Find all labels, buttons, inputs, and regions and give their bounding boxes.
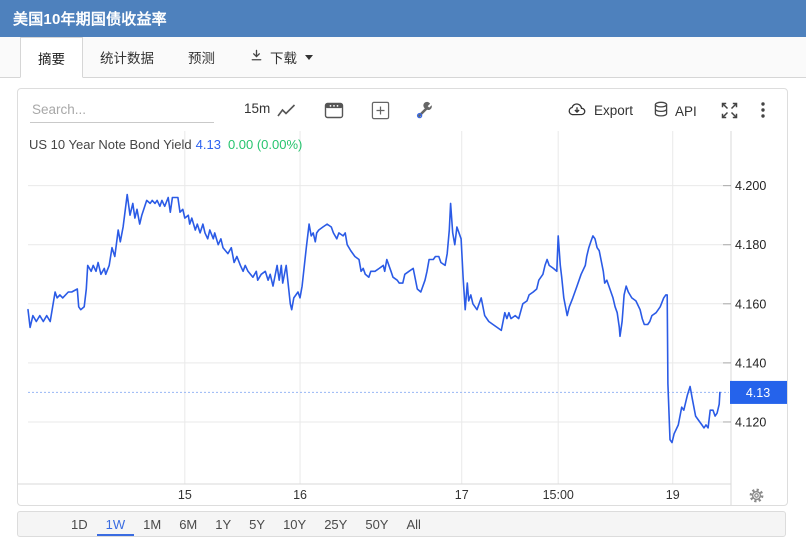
range-all[interactable]: All — [397, 512, 429, 536]
page-header: 美国10年期国债收益率 — [0, 0, 806, 37]
range-1m[interactable]: 1M — [134, 512, 170, 536]
interval-selector[interactable]: 15m — [244, 101, 270, 116]
range-6m[interactable]: 6M — [170, 512, 206, 536]
y-tick-label: 4.200 — [735, 179, 766, 193]
calendar-icon — [324, 101, 344, 122]
x-tick-label: 15 — [178, 488, 192, 502]
chart-type-button[interactable] — [277, 103, 296, 121]
cloud-download-icon — [567, 101, 588, 120]
x-tick-label: 16 — [293, 488, 307, 502]
range-25y[interactable]: 25Y — [315, 512, 356, 536]
range-1d[interactable]: 1D — [62, 512, 97, 536]
y-tick-label: 4.140 — [735, 356, 766, 370]
plus-square-icon — [371, 101, 390, 123]
x-tick-label: 19 — [666, 488, 680, 502]
current-value: 4.13 — [196, 137, 221, 152]
y-tick-label: 4.160 — [735, 297, 766, 311]
tab-forecast[interactable]: 预测 — [171, 37, 232, 77]
gear-icon — [748, 487, 765, 509]
yield-line-series — [28, 195, 720, 443]
chevron-down-icon — [305, 55, 313, 60]
range-1w[interactable]: 1W — [97, 512, 135, 536]
x-tick-label: 15:00 — [543, 488, 574, 502]
more-menu-button[interactable] — [760, 101, 766, 122]
expand-icon — [720, 101, 739, 123]
tab-bar: 摘要 统计数据 预测 下载 — [0, 37, 806, 78]
x-tick-label: 17 — [455, 488, 469, 502]
compare-add-button[interactable] — [371, 101, 390, 123]
settings-tools-button[interactable] — [415, 101, 433, 122]
series-name: US 10 Year Note Bond Yield — [29, 137, 192, 152]
tab-download[interactable]: 下载 — [232, 37, 330, 77]
range-1y[interactable]: 1Y — [206, 512, 240, 536]
page-title: 美国10年期国债收益率 — [13, 8, 167, 29]
tab-statistics[interactable]: 统计数据 — [83, 37, 171, 77]
chart-card: 4.200 4.180 4.160 4.140 4.120 15 16 17 15:00 19 4.… — [17, 88, 788, 506]
search-box — [30, 96, 214, 123]
range-50y[interactable]: 50Y — [356, 512, 397, 536]
y-tick-label: 4.180 — [735, 238, 766, 252]
export-button[interactable]: Export — [567, 101, 633, 120]
kebab-menu-icon — [760, 101, 766, 122]
wrench-icon — [415, 101, 433, 122]
fullscreen-button[interactable] — [720, 101, 739, 123]
bond-yield-page: 美国10年期国债收益率 摘要 统计数据 预测 下载 4.200 4.180 4.16… — [0, 0, 806, 553]
change-value: 0.00 (0.00%) — [228, 137, 302, 152]
chart-legend: US 10 Year Note Bond Yield 4.13 0.00 (0.00… — [29, 137, 302, 152]
database-icon — [653, 101, 669, 121]
range-10y[interactable]: 10Y — [274, 512, 315, 536]
line-chart-icon — [277, 103, 296, 121]
chart-settings-button[interactable] — [748, 487, 765, 509]
api-button[interactable]: API — [653, 101, 697, 121]
range-selector: 1D 1W 1M 6M 1Y 5Y 10Y 25Y 50Y All — [17, 511, 786, 537]
download-icon — [249, 48, 264, 66]
date-range-button[interactable] — [324, 101, 344, 122]
search-input[interactable] — [30, 96, 214, 123]
y-tick-label: 4.120 — [735, 415, 766, 429]
current-value-badge-label: 4.13 — [746, 386, 770, 400]
tab-summary[interactable]: 摘要 — [20, 37, 83, 78]
range-5y[interactable]: 5Y — [240, 512, 274, 536]
